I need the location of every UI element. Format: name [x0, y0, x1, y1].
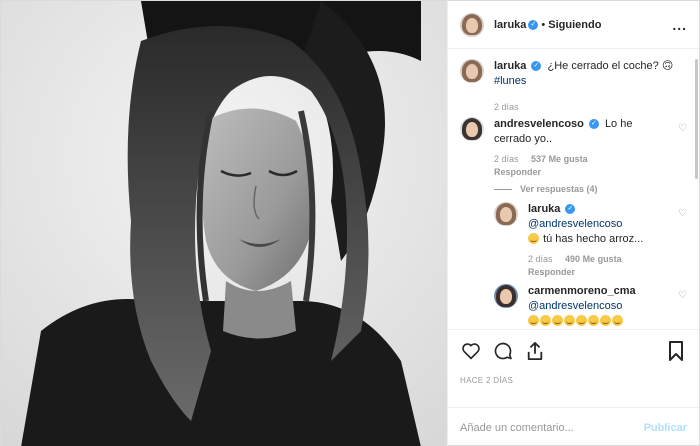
grin-emoji-icon [588, 315, 599, 326]
instagram-post: laruka ✓ • Siguiendo ... laruka ✓ ¿He cer… [0, 0, 700, 446]
verified-icon: ✓ [528, 19, 539, 30]
header-username[interactable]: laruka [494, 19, 526, 31]
mention-link[interactable]: @andresvelencoso [528, 218, 622, 230]
post-timestamp[interactable]: HACE 2 DÍAS [460, 376, 687, 385]
reply-username[interactable]: carmenmoreno_cma [528, 285, 636, 297]
caption-date[interactable]: 2 días [494, 102, 519, 112]
comment-icon[interactable] [492, 340, 514, 362]
view-replies-button[interactable]: Ver respuestas (4) [494, 184, 687, 194]
reply: carmenmoreno_cma @andresvelencoso ♡ [494, 284, 687, 329]
grin-emoji-icon [576, 315, 587, 326]
post-header: laruka ✓ • Siguiendo ... [448, 1, 699, 49]
avatar[interactable] [494, 202, 518, 226]
bookmark-icon[interactable] [665, 340, 687, 362]
reply-date[interactable]: 2 días [528, 254, 553, 264]
comment-date[interactable]: 2 días [494, 154, 519, 164]
publish-button[interactable]: Publicar [644, 422, 687, 434]
following-button[interactable]: Siguiendo [548, 19, 601, 31]
grin-emoji-icon [528, 315, 539, 326]
comment-likes[interactable]: 537 Me gusta [531, 154, 588, 164]
scrollbar[interactable] [695, 59, 698, 179]
avatar[interactable] [460, 117, 484, 141]
reply-button[interactable]: Responder [528, 266, 669, 278]
comment-username[interactable]: andresvelencoso [494, 118, 584, 130]
avatar[interactable] [460, 59, 484, 83]
post-photo[interactable] [1, 1, 447, 446]
reply-username[interactable]: laruka [528, 203, 560, 215]
avatar[interactable] [494, 284, 518, 308]
grin-emoji-icon [612, 315, 623, 326]
grin-emoji-icon [600, 315, 611, 326]
portrait-image [1, 1, 447, 446]
grin-emoji-icon [564, 315, 575, 326]
grin-emoji-icon [528, 233, 539, 244]
comments-list[interactable]: laruka ✓ ¿He cerrado el coche? 🙃 #lunes 2… [448, 49, 699, 329]
like-comment-icon[interactable]: ♡ [678, 123, 687, 134]
separator-dot: • [541, 18, 546, 31]
avatar[interactable] [460, 12, 484, 37]
caption-text: ¿He cerrado el coche? 🙃 [547, 60, 674, 72]
verified-icon: ✓ [531, 61, 542, 72]
reply-likes[interactable]: 490 Me gusta [565, 254, 622, 264]
verified-icon: ✓ [588, 119, 599, 130]
comment: andresvelencoso ✓ Lo he cerrado yo.. 2 dí… [460, 117, 687, 178]
hashtag-link[interactable]: #lunes [494, 75, 526, 87]
reply-text: tú has hecho arroz... [543, 233, 644, 245]
verified-icon: ✓ [565, 204, 576, 215]
like-comment-icon[interactable]: ♡ [678, 290, 687, 301]
mention-link[interactable]: @andresvelencoso [528, 300, 622, 312]
caption-username[interactable]: laruka [494, 60, 526, 72]
post-sidebar: laruka ✓ • Siguiendo ... laruka ✓ ¿He cer… [447, 1, 699, 446]
reply: laruka ✓ @andresvelencoso tú has hecho ar… [494, 202, 687, 278]
emoji-row [528, 315, 624, 327]
add-comment-bar: Publicar [448, 407, 699, 446]
comment-input[interactable] [460, 421, 644, 434]
grin-emoji-icon [552, 315, 563, 326]
like-comment-icon[interactable]: ♡ [678, 208, 687, 219]
share-icon[interactable] [524, 340, 546, 362]
caption: laruka ✓ ¿He cerrado el coche? 🙃 #lunes 2… [460, 59, 687, 113]
heart-icon[interactable] [460, 340, 482, 362]
reply-button[interactable]: Responder [494, 166, 669, 178]
grin-emoji-icon [540, 315, 551, 326]
more-options-icon[interactable]: ... [672, 17, 687, 33]
action-bar: HACE 2 DÍAS [448, 329, 699, 407]
